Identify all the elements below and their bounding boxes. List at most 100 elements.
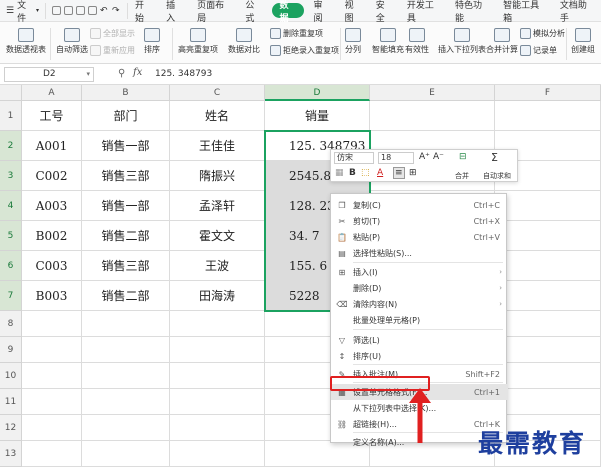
- table-cell[interactable]: C003: [22, 251, 82, 281]
- empty-cell[interactable]: [170, 337, 265, 363]
- empty-cell[interactable]: [495, 281, 601, 311]
- fx-icon[interactable]: fx: [133, 67, 142, 78]
- table-cell[interactable]: 销售二部: [82, 221, 170, 251]
- merge-icon[interactable]: ⊟: [459, 152, 467, 162]
- remove-duplicates-button[interactable]: 删除重复项: [270, 28, 323, 39]
- tab-5[interactable]: 审阅: [307, 0, 338, 24]
- table-cell[interactable]: A001: [22, 131, 82, 161]
- empty-cell[interactable]: [82, 441, 170, 467]
- empty-cell[interactable]: [82, 415, 170, 441]
- empty-cell[interactable]: [170, 415, 265, 441]
- fill-color-icon[interactable]: ▦: [335, 168, 344, 178]
- name-box[interactable]: D2 ▾: [4, 67, 94, 82]
- row-header-11[interactable]: 11: [0, 389, 22, 415]
- formula-value[interactable]: 125. 348793: [155, 69, 212, 79]
- table-cell[interactable]: 王波: [170, 251, 265, 281]
- table-cell[interactable]: 霍文文: [170, 221, 265, 251]
- row-header-5[interactable]: 5: [0, 221, 22, 251]
- create-group-button[interactable]: 创建组: [571, 28, 595, 55]
- pivot-table-button[interactable]: 数据透视表: [6, 28, 46, 55]
- row-header-7[interactable]: 7: [0, 281, 22, 311]
- select-all-corner[interactable]: [0, 85, 22, 101]
- smart-fill-button[interactable]: 智能填充: [372, 28, 404, 55]
- table-cell[interactable]: B002: [22, 221, 82, 251]
- header-cell[interactable]: 销量: [265, 101, 370, 131]
- border-icon[interactable]: ⊞: [409, 168, 417, 178]
- empty-cell[interactable]: [495, 101, 601, 131]
- empty-cell[interactable]: [82, 389, 170, 415]
- empty-cell[interactable]: [495, 251, 601, 281]
- tab-7[interactable]: 安全: [369, 0, 400, 24]
- merge-calc-button[interactable]: 合并计算: [486, 28, 518, 55]
- empty-cell[interactable]: [495, 363, 601, 389]
- row-header-10[interactable]: 10: [0, 363, 22, 389]
- table-cell[interactable]: 销售二部: [82, 281, 170, 311]
- column-header-c[interactable]: C: [170, 85, 265, 101]
- empty-cell[interactable]: [82, 311, 170, 337]
- table-cell[interactable]: 王佳佳: [170, 131, 265, 161]
- empty-cell[interactable]: [22, 389, 82, 415]
- empty-cell[interactable]: [82, 337, 170, 363]
- row-header-1[interactable]: 1: [0, 101, 22, 131]
- tab-10[interactable]: 智能工具箱: [496, 0, 553, 24]
- simulate-analysis-button[interactable]: 模拟分析: [520, 28, 565, 39]
- empty-cell[interactable]: [82, 363, 170, 389]
- row-header-4[interactable]: 4: [0, 191, 22, 221]
- column-header-d[interactable]: D: [265, 85, 370, 101]
- reapply-button[interactable]: 重新应用: [90, 45, 135, 56]
- record-form-button[interactable]: 记录单: [520, 45, 557, 56]
- merge-label[interactable]: 合并: [455, 171, 469, 181]
- empty-cell[interactable]: [22, 363, 82, 389]
- font-size-select[interactable]: 18: [378, 152, 414, 164]
- column-header-a[interactable]: A: [22, 85, 82, 101]
- table-cell[interactable]: 孟泽轩: [170, 191, 265, 221]
- empty-cell[interactable]: [495, 311, 601, 337]
- sort-button[interactable]: 排序: [144, 28, 160, 55]
- decrease-font-icon[interactable]: A⁻: [433, 152, 444, 162]
- increase-font-icon[interactable]: A⁺: [419, 152, 430, 162]
- row-header-6[interactable]: 6: [0, 251, 22, 281]
- save-icon[interactable]: [51, 6, 61, 15]
- spreadsheet-grid[interactable]: A B C D E F 1 工号 部门 姓名 销量 2 A001 销售一部 王佳佳 125. 348793 3 C…: [0, 85, 601, 471]
- column-header-e[interactable]: E: [370, 85, 495, 101]
- table-cell[interactable]: 销售三部: [82, 161, 170, 191]
- row-header-13[interactable]: 13: [0, 441, 22, 467]
- table-cell[interactable]: 隋振兴: [170, 161, 265, 191]
- row-header-9[interactable]: 9: [0, 337, 22, 363]
- tab-0[interactable]: 开始: [128, 0, 159, 24]
- column-header-f[interactable]: F: [495, 85, 601, 101]
- empty-cell[interactable]: [170, 311, 265, 337]
- table-cell[interactable]: C002: [22, 161, 82, 191]
- font-color-icon[interactable]: A: [377, 168, 383, 178]
- table-cell[interactable]: 销售三部: [82, 251, 170, 281]
- header-cell[interactable]: 工号: [22, 101, 82, 131]
- table-cell[interactable]: 销售一部: [82, 131, 170, 161]
- bold-icon[interactable]: B: [349, 168, 356, 178]
- split-column-button[interactable]: 分列: [345, 28, 361, 55]
- menu-item-9[interactable]: ↕ 排序(U): [331, 348, 508, 364]
- redo-icon[interactable]: ↷: [112, 6, 121, 16]
- insert-dropdown-button[interactable]: 插入下拉列表: [438, 28, 486, 55]
- empty-cell[interactable]: [495, 221, 601, 251]
- empty-cell[interactable]: [170, 389, 265, 415]
- menu-item-3[interactable]: ▤ 选择性粘贴(S)...: [331, 245, 508, 261]
- menu-item-7[interactable]: 批量处理单元格(P): [331, 312, 508, 328]
- tab-2[interactable]: 页面布局: [190, 0, 238, 24]
- row-header-8[interactable]: 8: [0, 311, 22, 337]
- menu-item-2[interactable]: 📋 粘贴(P) Ctrl+V: [331, 229, 508, 245]
- font-family-select[interactable]: 仿宋: [334, 152, 374, 164]
- empty-cell[interactable]: [170, 441, 265, 467]
- tab-11[interactable]: 文档助手: [553, 0, 601, 24]
- column-header-b[interactable]: B: [82, 85, 170, 101]
- autosum-icon[interactable]: Σ: [491, 151, 498, 164]
- tab-8[interactable]: 开发工具: [400, 0, 448, 24]
- validity-button[interactable]: 有效性: [405, 28, 429, 55]
- data-compare-button[interactable]: 数据对比: [228, 28, 260, 55]
- empty-cell[interactable]: [22, 415, 82, 441]
- menu-item-0[interactable]: ❐ 复制(C) Ctrl+C: [331, 197, 508, 213]
- zoom-icon[interactable]: ⚲: [118, 68, 125, 79]
- menu-item-4[interactable]: ⊞ 插入(I) ›: [331, 264, 508, 280]
- autofilter-button[interactable]: 自动筛选: [56, 28, 88, 55]
- align-center-icon[interactable]: ≡: [393, 167, 405, 179]
- export-pdf-icon[interactable]: [87, 6, 97, 15]
